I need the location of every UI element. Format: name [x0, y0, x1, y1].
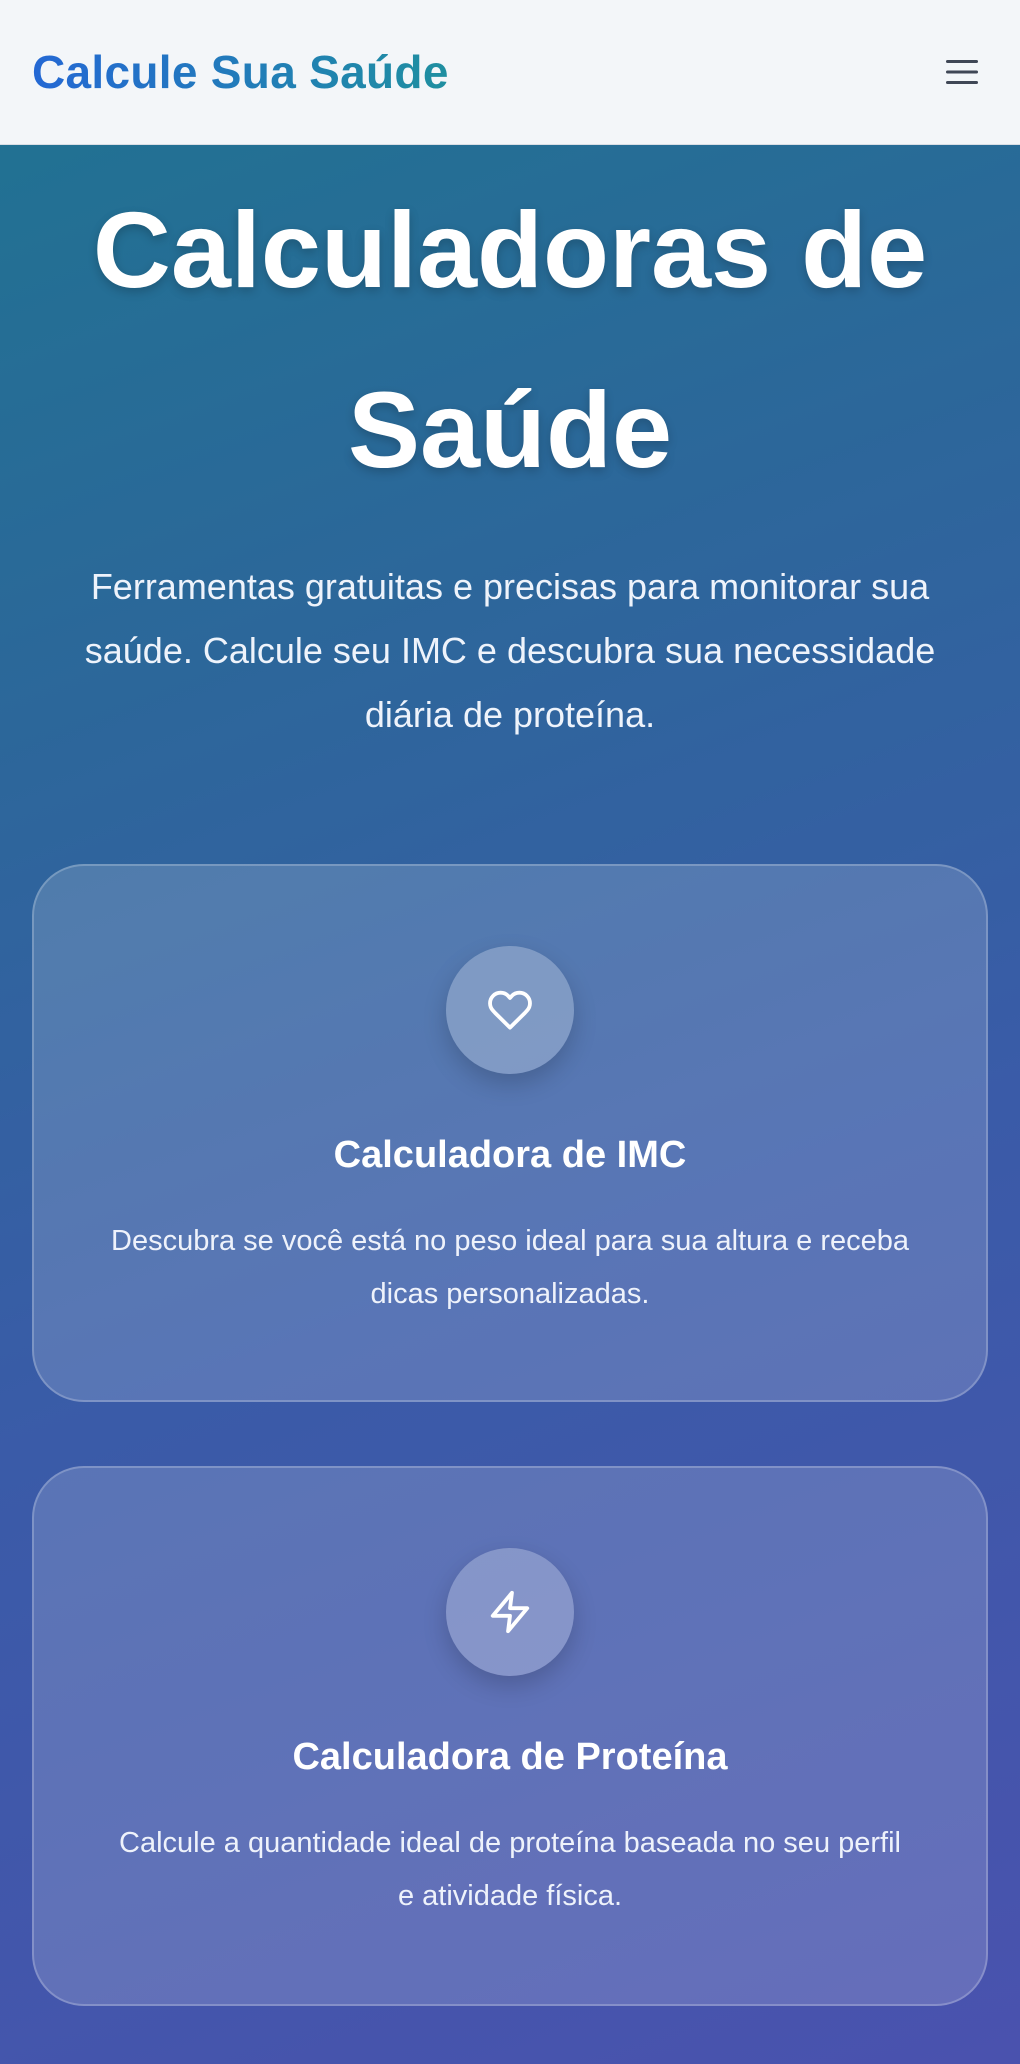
page-title: Calculadoras de Saúde: [92, 189, 928, 490]
hero-section: Calculadoras de Saúde Ferramentas gratui…: [0, 160, 1020, 747]
hero-subtitle: Ferramentas gratuitas e precisas para mo…: [84, 566, 936, 735]
brand-logo-text[interactable]: Calcule Sua Saúde: [32, 45, 449, 99]
imc-calculator-card[interactable]: Calculadora de IMC Descubra se você está…: [32, 864, 988, 1402]
lightning-icon: [490, 1590, 530, 1634]
protein-icon-circle: [446, 1548, 574, 1676]
imc-card-title: Calculadora de IMC: [333, 1134, 687, 1176]
imc-card-description: Descubra se você está no peso ideal para…: [111, 1225, 909, 1310]
protein-calculator-card[interactable]: Calculadora de Proteína Calcule a quanti…: [32, 1466, 988, 2006]
hamburger-menu-icon: [946, 60, 978, 84]
protein-card-description: Calcule a quantidade ideal de proteína b…: [119, 1827, 901, 1912]
imc-icon-circle: [446, 946, 574, 1074]
navbar: Calcule Sua Saúde: [0, 0, 1020, 145]
protein-card-title: Calculadora de Proteína: [292, 1736, 728, 1778]
menu-button[interactable]: [936, 46, 988, 98]
heart-icon: [488, 990, 532, 1030]
